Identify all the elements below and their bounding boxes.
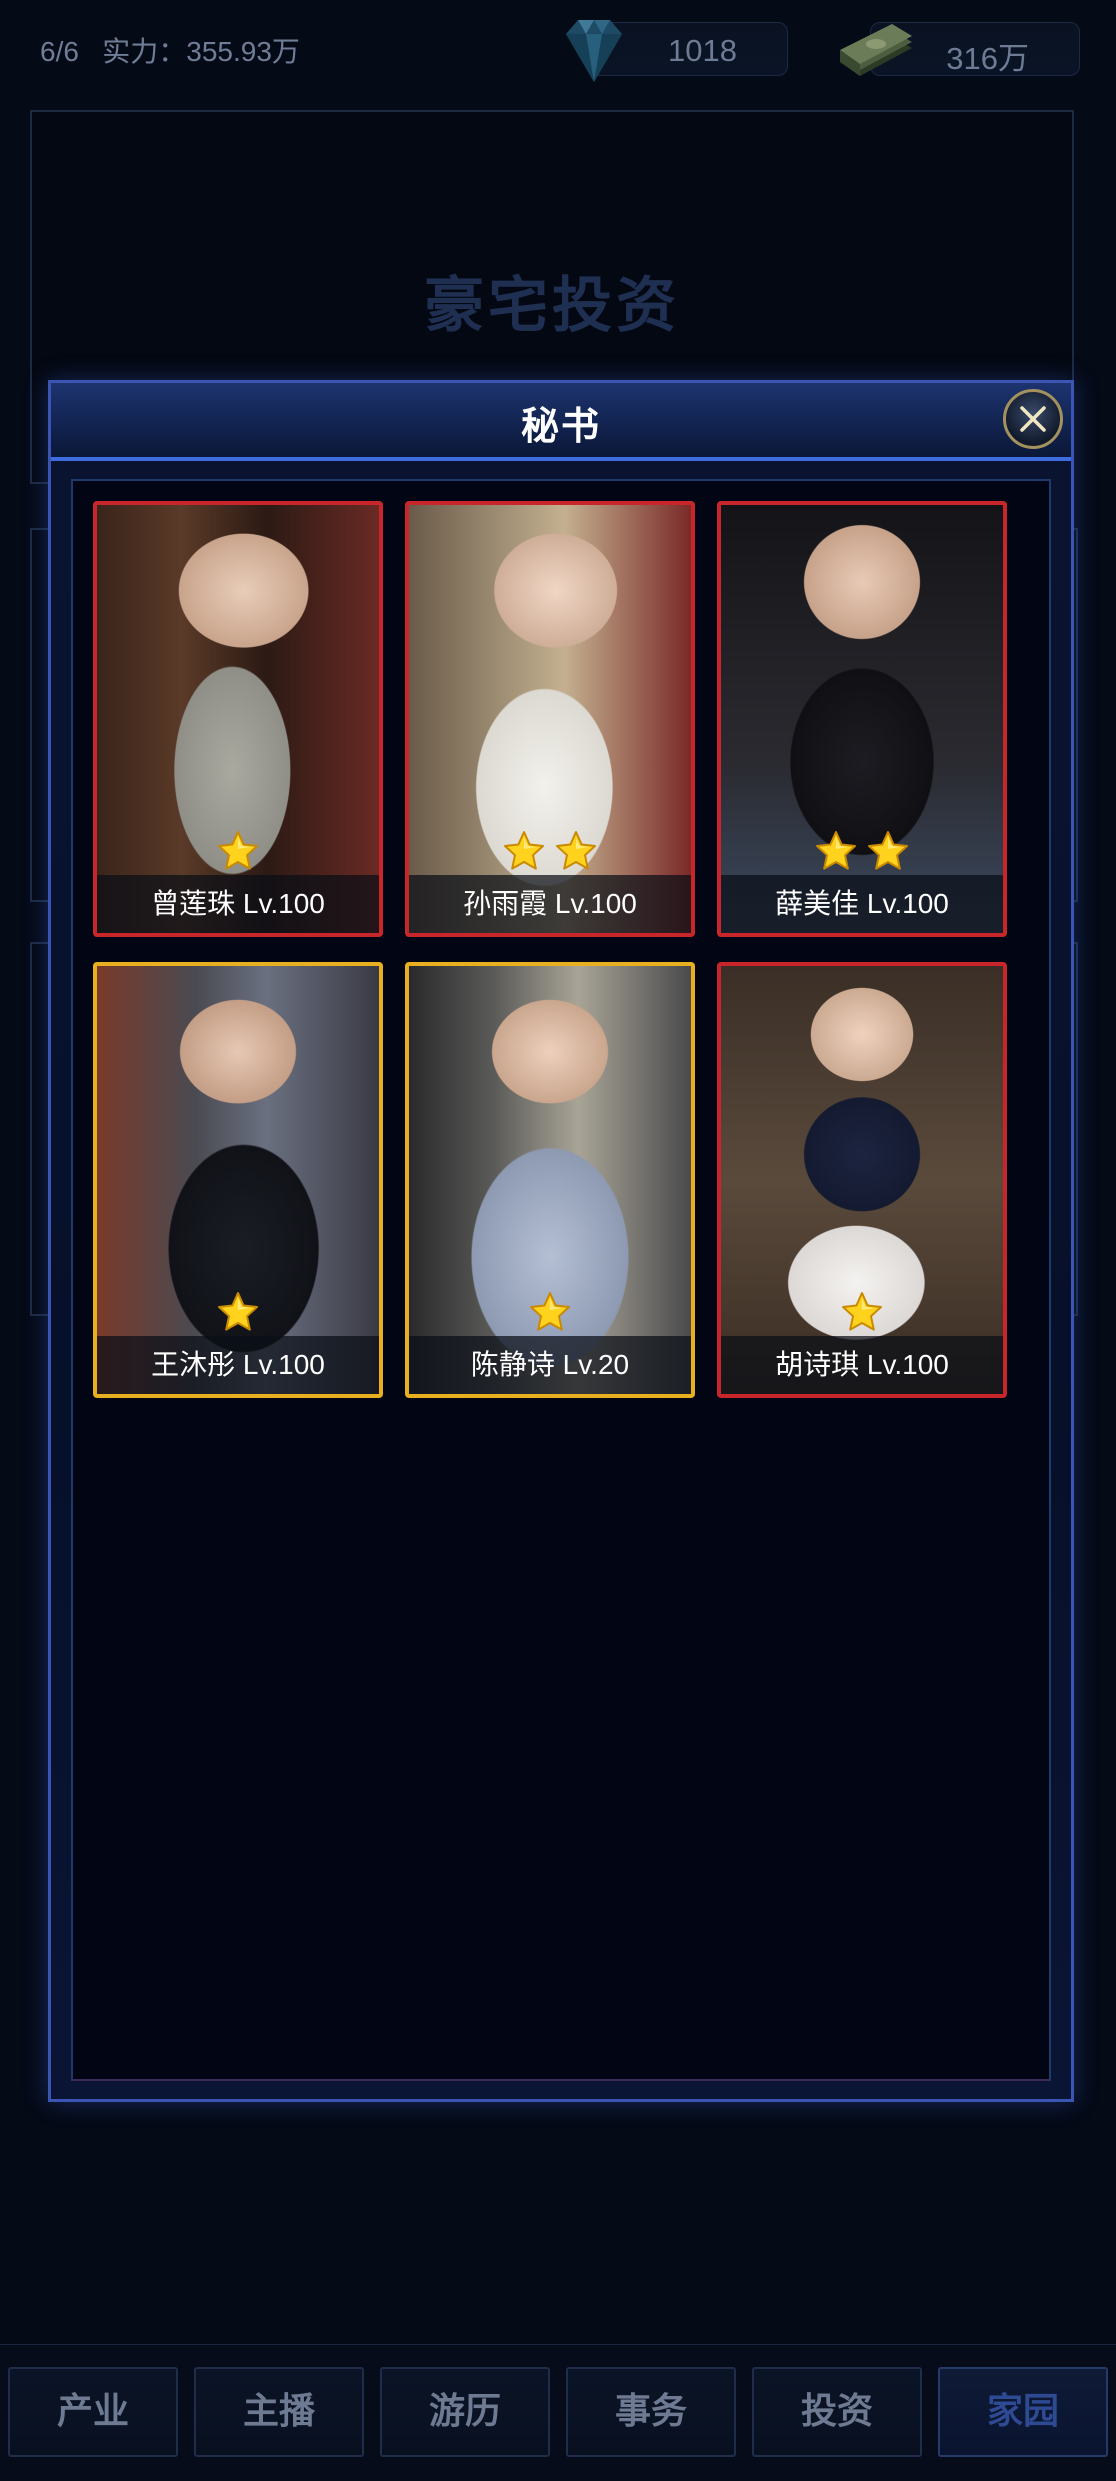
- secretary-card[interactable]: 孙雨霞 Lv.100: [405, 501, 695, 937]
- secretary-name-level: 孙雨霞 Lv.100: [409, 875, 691, 933]
- close-button[interactable]: [1003, 389, 1063, 449]
- close-icon: [1020, 406, 1046, 432]
- nav-travel-button[interactable]: 游历: [380, 2367, 550, 2457]
- star-rating: [97, 829, 379, 875]
- secretary-card[interactable]: 陈静诗 Lv.20: [405, 962, 695, 1398]
- secretary-name-level: 王沐彤 Lv.100: [97, 1336, 379, 1394]
- card-grid: 曾莲珠 Lv.100 孙雨霞 Lv.100 薛美佳 Lv.100 王沐彤 Lv.…: [71, 479, 1051, 2081]
- progress-text: 6/6: [40, 36, 79, 67]
- nav-home-button[interactable]: 家园: [938, 2367, 1108, 2457]
- power-info: 6/6 实力：355.93万: [40, 30, 300, 70]
- star-rating: [409, 1290, 691, 1336]
- nav-industry-button[interactable]: 产业: [8, 2367, 178, 2457]
- star-rating: [409, 829, 691, 875]
- diamond-icon: [566, 20, 622, 82]
- secretary-card[interactable]: 曾莲珠 Lv.100: [93, 501, 383, 937]
- power-text: 实力：355.93万: [102, 36, 300, 67]
- star-rating: [721, 1290, 1003, 1336]
- secretary-modal: 秘书 曾莲珠 Lv.100 孙雨霞 Lv.100 薛美佳 Lv.100 王沐彤 …: [48, 380, 1074, 2102]
- star-rating: [721, 829, 1003, 875]
- nav-invest-button[interactable]: 投资: [752, 2367, 922, 2457]
- secretary-name-level: 曾莲珠 Lv.100: [97, 875, 379, 933]
- modal-header: 秘书: [51, 383, 1071, 461]
- secretary-name-level: 陈静诗 Lv.20: [409, 1336, 691, 1394]
- nav-affairs-button[interactable]: 事务: [566, 2367, 736, 2457]
- cash-stack-icon: [840, 24, 912, 76]
- cash-value: 316万: [946, 41, 1029, 76]
- modal-title: 秘书: [520, 404, 601, 448]
- status-bar: 6/6 实力：355.93万 1018 316万: [0, 0, 1116, 100]
- secretary-name-level: 胡诗琪 Lv.100: [721, 1336, 1003, 1394]
- background-page-title: 豪宅投资: [424, 271, 680, 341]
- diamond-value: 1018: [668, 33, 737, 68]
- star-rating: [97, 1290, 379, 1336]
- bottom-navigation: 产业 主播 游历 事务 投资 家园: [0, 2344, 1116, 2481]
- secretary-card[interactable]: 薛美佳 Lv.100: [717, 501, 1007, 937]
- nav-streamer-button[interactable]: 主播: [194, 2367, 364, 2457]
- secretary-card[interactable]: 胡诗琪 Lv.100: [717, 962, 1007, 1398]
- secretary-name-level: 薛美佳 Lv.100: [721, 875, 1003, 933]
- secretary-card[interactable]: 王沐彤 Lv.100: [93, 962, 383, 1398]
